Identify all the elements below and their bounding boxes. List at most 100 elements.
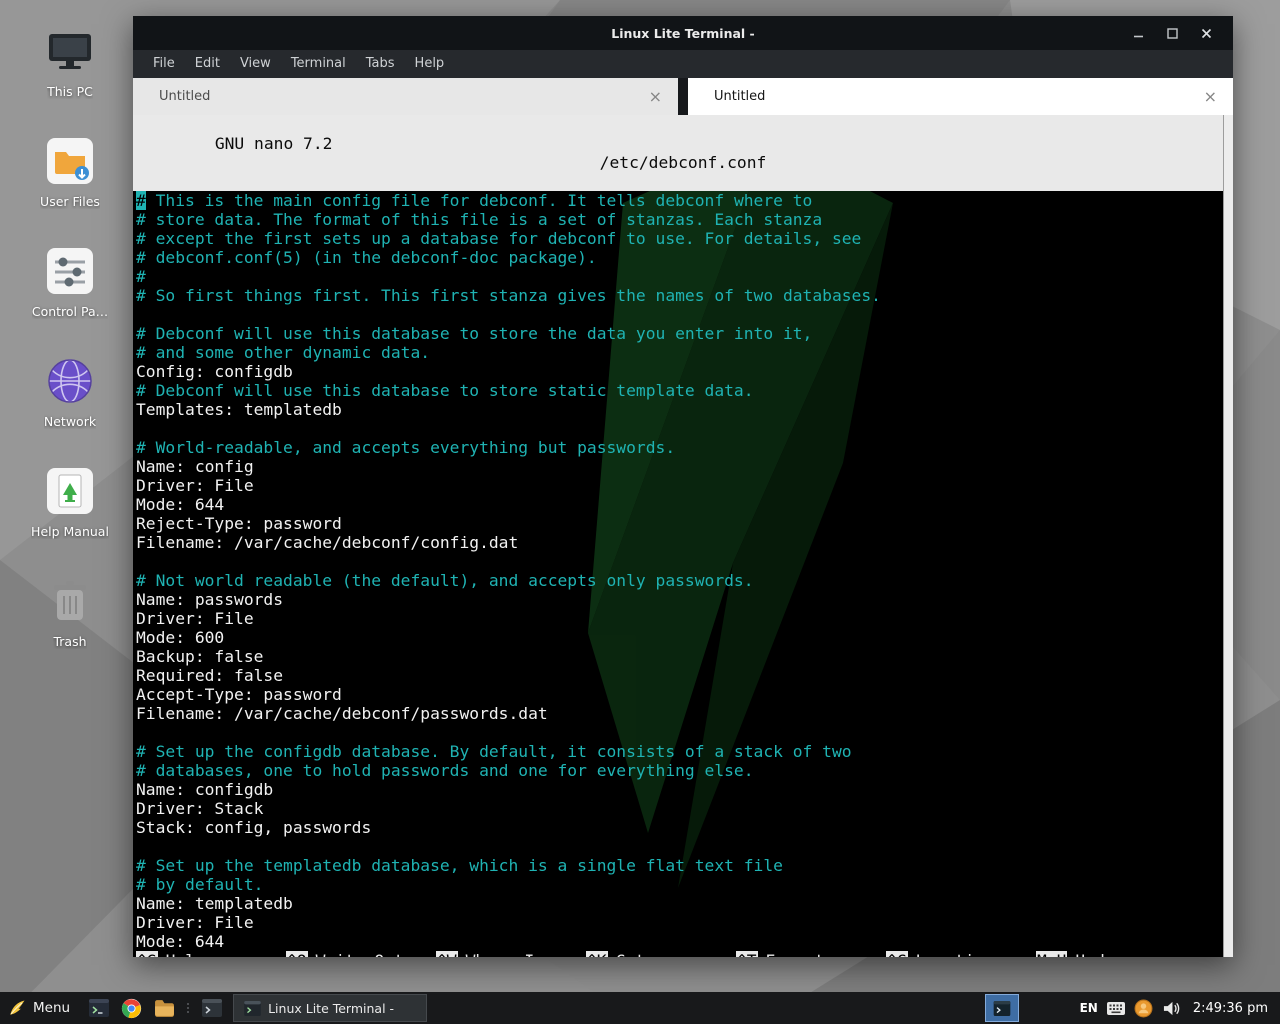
open-terminal-launcher[interactable] — [198, 995, 225, 1022]
terminal-line: Required: false — [136, 666, 1233, 685]
terminal-line: # debconf.conf(5) (in the debconf-doc pa… — [136, 248, 1233, 267]
terminal-line: # databases, one to hold passwords and o… — [136, 761, 1233, 780]
terminal-line: Mode: 644 — [136, 495, 1233, 514]
menu-item[interactable]: Tabs — [356, 50, 405, 78]
menu-label: Menu — [33, 1000, 70, 1016]
file-manager-launcher[interactable] — [151, 995, 178, 1022]
terminal-line: # Set up the templatedb database, which … — [136, 856, 1233, 875]
nano-shortcut: M-UUndo — [1036, 951, 1186, 957]
window-title: Linux Lite Terminal - — [133, 26, 1233, 41]
terminal-line: # So first things first. This first stan… — [136, 286, 1233, 305]
terminal-tab[interactable]: Untitled × — [133, 78, 678, 115]
shortcut-key: ^K — [586, 951, 608, 957]
minimize-button[interactable] — [1121, 16, 1155, 50]
nano-shortcut: ^KCut — [586, 951, 736, 957]
menu-bar: File Edit View Terminal Tabs Help — [133, 50, 1233, 78]
desktop-icon-label: This PC — [47, 84, 93, 99]
shortcut-key: ^T — [736, 951, 758, 957]
tab-close-icon[interactable]: × — [649, 89, 662, 105]
window-task-button[interactable]: Linux Lite Terminal - — [233, 994, 427, 1022]
close-button[interactable] — [1189, 16, 1223, 50]
terminal-line: Templates: templatedb — [136, 400, 1233, 419]
terminal-line: Reject-Type: password — [136, 514, 1233, 533]
shortcut-key: ^W — [436, 951, 458, 957]
desktop-icon-label: Control Pa… — [32, 304, 108, 319]
terminal-line: Driver: File — [136, 476, 1233, 495]
terminal-line: Filename: /var/cache/debconf/passwords.d… — [136, 704, 1233, 723]
window-titlebar[interactable]: Linux Lite Terminal - — [133, 16, 1233, 50]
terminal-line: # by default. — [136, 875, 1233, 894]
nano-shortcut: ^GHelp — [136, 951, 286, 957]
nano-shortcut: ^OWrite Out — [286, 951, 436, 957]
terminal-line: # World-readable, and accepts everything… — [136, 438, 1233, 457]
shortcut-key: ^C — [886, 951, 908, 957]
terminal-line: Stack: config, passwords — [136, 818, 1233, 837]
desktop-icon-label: User Files — [40, 194, 100, 209]
terminal-scrollbar[interactable] — [1223, 115, 1233, 957]
desktop-icon-this-pc[interactable]: This PC — [18, 26, 122, 99]
desktop-icon-user-files[interactable]: User Files — [18, 136, 122, 209]
keyboard-layout-indicator[interactable]: EN — [1080, 1001, 1098, 1015]
terminal-tab[interactable]: Untitled × — [688, 78, 1233, 115]
menu-item[interactable]: Terminal — [281, 50, 356, 78]
terminal-line: Driver: File — [136, 609, 1233, 628]
control-panel-icon — [45, 246, 95, 296]
tray-status-icon[interactable] — [1134, 999, 1153, 1018]
tray-terminal-button[interactable] — [985, 994, 1019, 1022]
menu-item[interactable]: Edit — [185, 50, 230, 78]
terminal-line: Name: templatedb — [136, 894, 1233, 913]
desktop-icon-help-manual[interactable]: Help Manual — [18, 466, 122, 539]
nano-shortcut: ^C Location — [886, 951, 1036, 957]
tab-label: Untitled — [714, 89, 1204, 104]
keyboard-icon[interactable] — [1107, 1002, 1125, 1015]
menu-button[interactable]: Menu — [0, 992, 82, 1024]
taskbar: Menu — [0, 992, 1280, 1024]
terminal-line: # except the first sets up a database fo… — [136, 229, 1233, 248]
desktop-icon-network[interactable]: Network — [18, 356, 122, 429]
maximize-icon — [1167, 28, 1178, 39]
terminal-line — [136, 552, 1233, 571]
terminal-line: Accept-Type: password — [136, 685, 1233, 704]
terminal-view[interactable]: GNU nano 7.2 /etc/debconf.conf # This is… — [133, 115, 1233, 957]
volume-icon[interactable] — [1162, 1000, 1181, 1017]
shortcut-key: ^G — [136, 951, 158, 957]
tab-label: Untitled — [159, 89, 649, 104]
clock[interactable]: 2:49:36 pm — [1193, 1001, 1268, 1016]
shortcut-label: Where Is — [466, 951, 544, 957]
system-tray: EN 2:49:36 pm — [985, 994, 1280, 1022]
shortcut-label: Location — [916, 951, 994, 957]
terminal-line: Config: configdb — [136, 362, 1233, 381]
terminal-line: # Set up the configdb database. By defau… — [136, 742, 1233, 761]
tab-close-icon[interactable]: × — [1204, 89, 1217, 105]
terminal-line: Mode: 600 — [136, 628, 1233, 647]
chrome-launcher[interactable] — [118, 995, 145, 1022]
terminal-line — [136, 419, 1233, 438]
desktop-icon-trash[interactable]: Trash — [18, 576, 122, 649]
terminal-content[interactable]: # This is the main config file for debco… — [133, 191, 1233, 951]
terminal-line: Driver: File — [136, 913, 1233, 932]
terminal-line: Filename: /var/cache/debconf/config.dat — [136, 533, 1233, 552]
tab-bar: Untitled × Untitled × — [133, 78, 1233, 115]
maximize-button[interactable] — [1155, 16, 1189, 50]
network-globe-icon — [45, 356, 95, 406]
nano-version: GNU nano 7.2 — [215, 134, 333, 153]
shortcut-label: Execute — [766, 951, 835, 957]
terminal-line: Name: configdb — [136, 780, 1233, 799]
desktop-icon-control-panel[interactable]: Control Pa… — [18, 246, 122, 319]
menu-logo-icon — [8, 999, 26, 1017]
menu-item[interactable]: Help — [405, 50, 455, 78]
task-button-terminal-icon — [244, 1001, 261, 1016]
open-terminal-icon — [202, 999, 222, 1017]
terminal-launcher[interactable] — [85, 995, 112, 1022]
task-button-label: Linux Lite Terminal - — [268, 1001, 394, 1016]
terminal-line: Mode: 644 — [136, 932, 1233, 951]
terminal-line — [136, 305, 1233, 324]
nano-shortcut-bar: ^GHelp ^OWrite Out ^W Where Is ^KCut — [133, 951, 1233, 957]
menu-item[interactable]: View — [230, 50, 281, 78]
launcher-separator — [184, 998, 192, 1018]
help-manual-icon — [45, 466, 95, 516]
terminal-line: # This is the main config file for debco… — [136, 191, 1233, 210]
chrome-icon — [121, 998, 142, 1019]
menu-item[interactable]: File — [143, 50, 185, 78]
desktop-icon-label: Trash — [53, 634, 86, 649]
